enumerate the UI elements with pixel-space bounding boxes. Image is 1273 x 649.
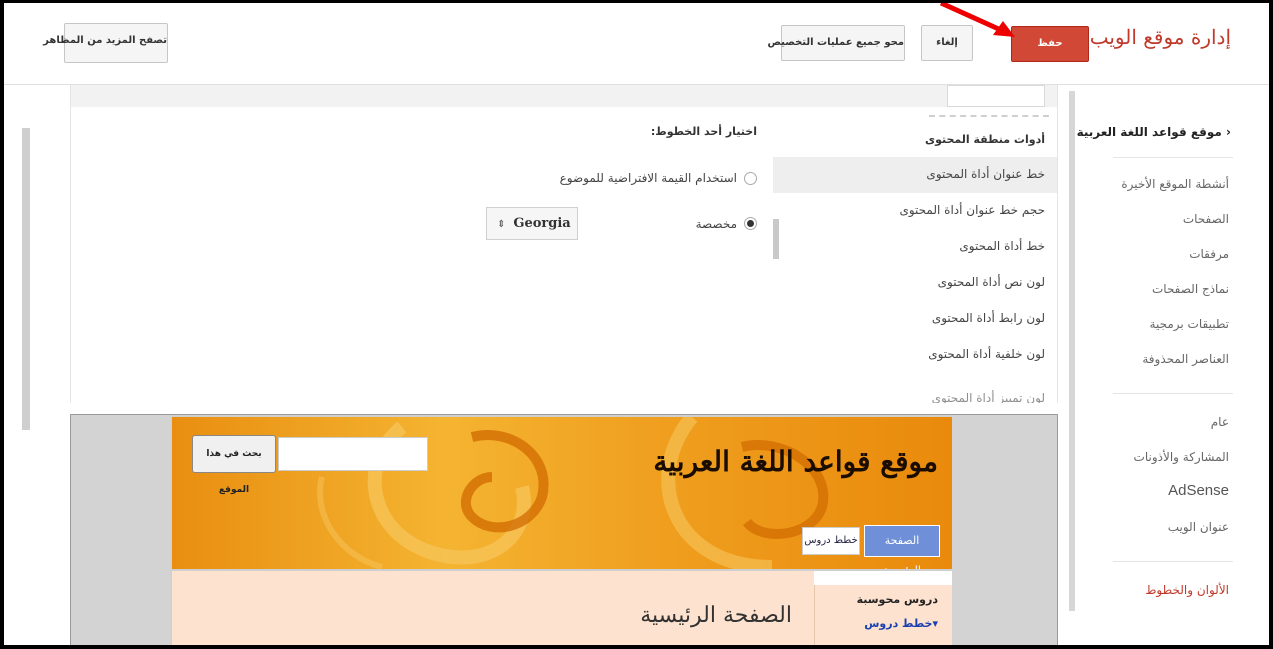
- preview-margin-left: [71, 415, 171, 645]
- preview-sidebar-title: دروس محوسبة: [856, 593, 938, 606]
- sidebar-item-recent-activity[interactable]: أنشطة الموقع الأخيرة: [1121, 177, 1229, 191]
- radio-default-font[interactable]: [744, 172, 757, 185]
- browse-more-themes-button[interactable]: تصفح المزيد من المظاهر: [43, 23, 168, 63]
- sidebar-item-colors-fonts[interactable]: الألوان والخطوط: [1145, 583, 1229, 597]
- font-picker: اختيار أحد الخطوط: استخدام القيمة الافتر…: [71, 107, 775, 403]
- preview-content: دروس محوسبة ▾خطط دروس الصفحة الرئيسية: [172, 571, 952, 645]
- panel-top-field[interactable]: [947, 85, 1045, 107]
- list-header: أدوات منطقة المحتوى: [924, 133, 1045, 146]
- divider: [1113, 561, 1233, 562]
- preview-banner: موقع قواعد اللغة العربية بحث في هذا المو…: [172, 417, 952, 569]
- preview-page-heading: الصفحة الرئيسية: [640, 603, 792, 628]
- top-bar: إدارة موقع الويب حفظ إلغاء محو جميع عملي…: [4, 3, 1269, 85]
- clear-customizations-button[interactable]: محو جميع عمليات التخصيص: [768, 25, 905, 61]
- preview-tab-lesson-plans[interactable]: خطط دروس: [802, 527, 860, 555]
- sidebar-item-page-templates[interactable]: نماذج الصفحات: [1152, 282, 1229, 296]
- customization-panel: أدوات منطقة المحتوى خط عنوان أداة المحتو…: [70, 85, 1058, 403]
- divider: [1113, 157, 1233, 158]
- font-picker-title: اختيار أحد الخطوط:: [650, 125, 757, 138]
- page-scrollbar[interactable]: [22, 128, 30, 430]
- radio-default-label: استخدام القيمة الافتراضية للموضوع: [559, 171, 737, 185]
- stepper-arrows-icon: ⇕: [497, 219, 506, 230]
- preview-sidebar-link[interactable]: ▾خطط دروس: [864, 617, 938, 630]
- sidebar-item-attachments[interactable]: مرفقات: [1189, 247, 1229, 261]
- sidebar: ‹ موقع قواعد اللغة العربية أنشطة الموقع …: [1069, 85, 1269, 645]
- preview-margin-right: [950, 415, 1057, 645]
- sidebar-item-general[interactable]: عام: [1211, 415, 1229, 429]
- list-item[interactable]: لون نص أداة المحتوى: [938, 275, 1045, 289]
- red-arrow-annotation: [939, 3, 1015, 37]
- preview-search-input[interactable]: [278, 437, 428, 471]
- sidebar-item-pages[interactable]: الصفحات: [1183, 212, 1229, 226]
- list-item-partial: [929, 107, 1049, 117]
- app-window: إدارة موقع الويب حفظ إلغاء محو جميع عملي…: [0, 0, 1273, 649]
- sidebar-item-apps-scripts[interactable]: تطبيقات برمجية: [1150, 317, 1229, 331]
- site-preview: موقع قواعد اللغة العربية بحث في هذا المو…: [70, 414, 1058, 645]
- list-item[interactable]: لون تمييز أداة المحتوى: [932, 391, 1045, 403]
- panel-top-strip: [71, 85, 1057, 107]
- list-item[interactable]: خط عنوان أداة المحتوى: [926, 167, 1045, 181]
- list-item[interactable]: خط أداة المحتوى: [959, 239, 1045, 253]
- preview-site-title: موقع قواعد اللغة العربية: [653, 445, 938, 478]
- preview-search-button[interactable]: بحث في هذا الموقع: [192, 435, 276, 495]
- preview-sidebar: دروس محوسبة ▾خطط دروس: [814, 571, 952, 645]
- preview-sidebar-link-label: خطط دروس: [864, 617, 933, 630]
- font-select[interactable]: ⇕ Georgia: [486, 207, 578, 240]
- sidebar-site-name: موقع قواعد اللغة العربية: [1076, 125, 1222, 139]
- preview-sidebar-top: [814, 571, 952, 585]
- radio-custom-label: مخصصة: [695, 217, 737, 231]
- page-title: إدارة موقع الويب: [1089, 25, 1231, 49]
- sidebar-scrollbar[interactable]: [1069, 91, 1075, 611]
- list-item[interactable]: حجم خط عنوان أداة المحتوى: [899, 203, 1045, 217]
- sidebar-site-link[interactable]: ‹ موقع قواعد اللغة العربية: [1077, 125, 1231, 139]
- radio-custom-font[interactable]: [744, 217, 757, 230]
- preview-tab-home[interactable]: الصفحة الرئيسية: [864, 525, 940, 569]
- divider: [1113, 393, 1233, 394]
- list-item[interactable]: لون خلفية أداة المحتوى: [928, 347, 1045, 361]
- content-tools-list: أدوات منطقة المحتوى خط عنوان أداة المحتو…: [773, 107, 1057, 403]
- sidebar-item-web-address[interactable]: عنوان الويب: [1168, 520, 1229, 534]
- sidebar-item-sharing[interactable]: المشاركة والأذونات: [1134, 450, 1229, 464]
- sidebar-item-adsense[interactable]: AdSense: [1168, 482, 1229, 499]
- list-item[interactable]: لون رابط أداة المحتوى: [932, 311, 1045, 325]
- font-select-value: Georgia: [513, 216, 571, 231]
- sidebar-item-deleted-items[interactable]: العناصر المحذوفة: [1142, 352, 1229, 366]
